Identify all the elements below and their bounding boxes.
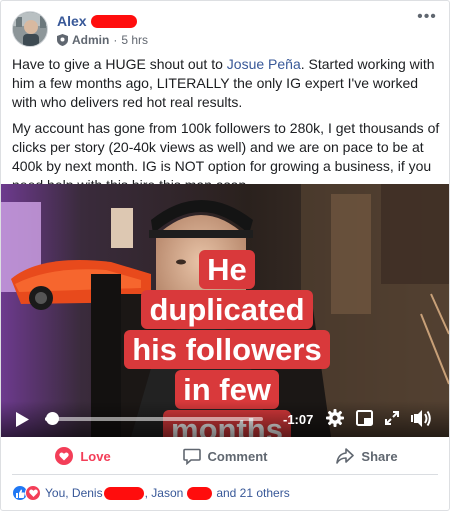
admin-shield-icon — [57, 34, 68, 46]
progress-scrubber[interactable] — [45, 412, 59, 425]
redacted-name-2 — [187, 486, 213, 500]
reaction-names: You, Denis , Jason and 21 others — [45, 486, 290, 500]
post-actions: Love Comment Share — [12, 438, 438, 475]
admin-role-label: Admin — [72, 33, 110, 47]
more-options-button[interactable]: ••• — [417, 9, 437, 25]
progress-bar[interactable] — [45, 412, 263, 425]
play-icon[interactable] — [15, 412, 29, 427]
post-meta: Admin · 5 hrs — [57, 33, 148, 47]
time-remaining: -1:07 — [283, 412, 314, 427]
author-name[interactable]: Alex — [57, 13, 87, 29]
comment-button[interactable]: Comment — [154, 438, 296, 474]
post-card: Alex Admin · 5 hrs ••• Have to give a HU… — [0, 0, 450, 511]
reactors-middle[interactable]: , Jason — [145, 486, 184, 500]
gear-icon[interactable] — [326, 409, 344, 427]
love-reaction-icon — [55, 447, 74, 465]
author-row: Alex — [57, 12, 137, 30]
mention-link[interactable]: Josue Peña — [227, 56, 301, 72]
redacted-surname — [90, 14, 137, 28]
comment-icon — [182, 448, 201, 465]
video-controls: -1:07 — [1, 401, 449, 437]
post-body: Have to give a HUGE shout out to Josue P… — [12, 55, 440, 202]
author-avatar[interactable] — [12, 11, 48, 47]
love-button[interactable]: Love — [12, 438, 154, 474]
post-paragraph-1: Have to give a HUGE shout out to Josue P… — [12, 55, 440, 112]
comment-label: Comment — [207, 448, 268, 464]
share-icon — [336, 448, 355, 464]
post-timestamp[interactable]: 5 hrs — [121, 33, 148, 47]
share-label: Share — [361, 448, 398, 464]
paragraph-1-start: Have to give a HUGE shout out to — [12, 56, 227, 72]
post-header: Alex Admin · 5 hrs ••• — [12, 9, 439, 51]
video-player[interactable]: He duplicated his followers in few month… — [1, 184, 449, 437]
love-reaction-small-icon — [25, 485, 41, 501]
share-button[interactable]: Share — [296, 438, 438, 474]
fullscreen-icon[interactable] — [385, 411, 399, 425]
pip-icon[interactable] — [356, 410, 373, 426]
avatar-image — [13, 12, 47, 46]
volume-icon[interactable] — [411, 409, 431, 428]
reactors-suffix[interactable]: and 21 others — [216, 486, 289, 500]
meta-separator: · — [113, 33, 118, 47]
redacted-name-1 — [103, 486, 144, 500]
reactions-summary[interactable]: You, Denis , Jason and 21 others — [12, 484, 290, 502]
reactors-prefix[interactable]: You, Denis — [45, 486, 103, 500]
love-label: Love — [80, 448, 111, 464]
